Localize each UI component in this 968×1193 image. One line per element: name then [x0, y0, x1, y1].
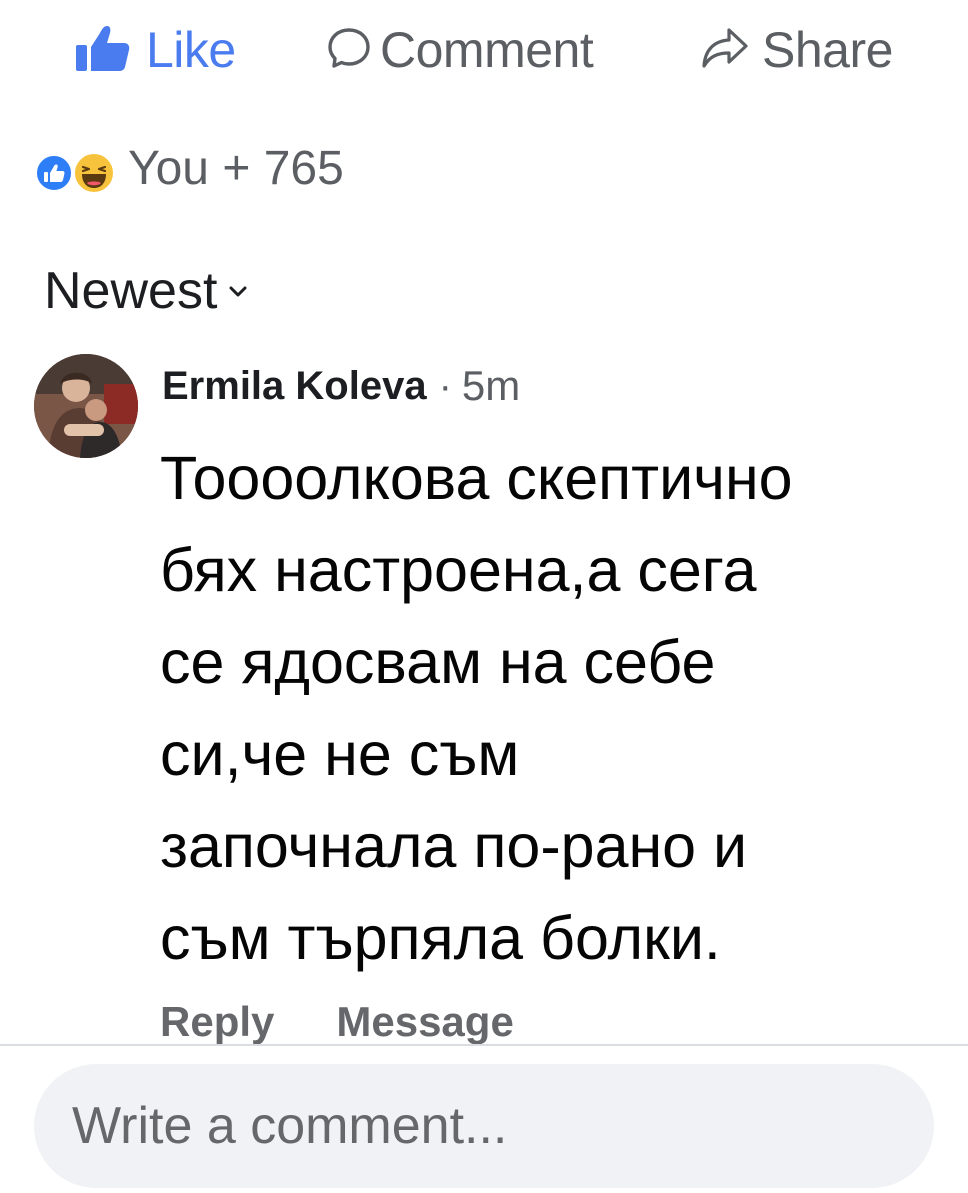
post-action-bar: Like Comment Share [0, 0, 968, 100]
comment-bubble-icon [326, 25, 372, 76]
share-button[interactable]: Share [700, 18, 893, 82]
divider [0, 1044, 968, 1046]
reaction-icons [34, 147, 118, 195]
reactions-summary[interactable]: You + 765 [34, 138, 344, 200]
avatar[interactable] [34, 354, 138, 458]
like-label: Like [146, 22, 236, 78]
share-label: Share [762, 22, 893, 78]
comment-composer[interactable] [34, 1064, 934, 1188]
message-button[interactable]: Message [336, 992, 513, 1052]
comment-actions: Reply Message [160, 992, 514, 1052]
comment-text: Тоооолкова скептично бях настроена,а сег… [160, 444, 793, 972]
comment-timestamp[interactable]: 5m [462, 358, 520, 414]
comment-button[interactable]: Comment [326, 18, 594, 82]
comment-header: Ermila Koleva · 5m [162, 358, 520, 414]
share-arrow-icon [700, 25, 750, 76]
thumbs-up-icon [74, 23, 132, 78]
chevron-down-icon [229, 285, 247, 303]
reply-button[interactable]: Reply [160, 992, 274, 1052]
comment-label: Comment [380, 22, 594, 78]
haha-reaction-icon [72, 151, 116, 195]
reactions-count: You + 765 [128, 142, 344, 195]
like-button[interactable]: Like [74, 18, 236, 82]
comment-sort-dropdown[interactable]: Newest [44, 258, 247, 324]
comment-input[interactable] [70, 1095, 934, 1157]
like-reaction-icon [34, 153, 74, 193]
comment-author[interactable]: Ermila Koleva [162, 358, 427, 414]
separator-dot: · [438, 364, 452, 408]
sort-label: Newest [44, 262, 218, 320]
